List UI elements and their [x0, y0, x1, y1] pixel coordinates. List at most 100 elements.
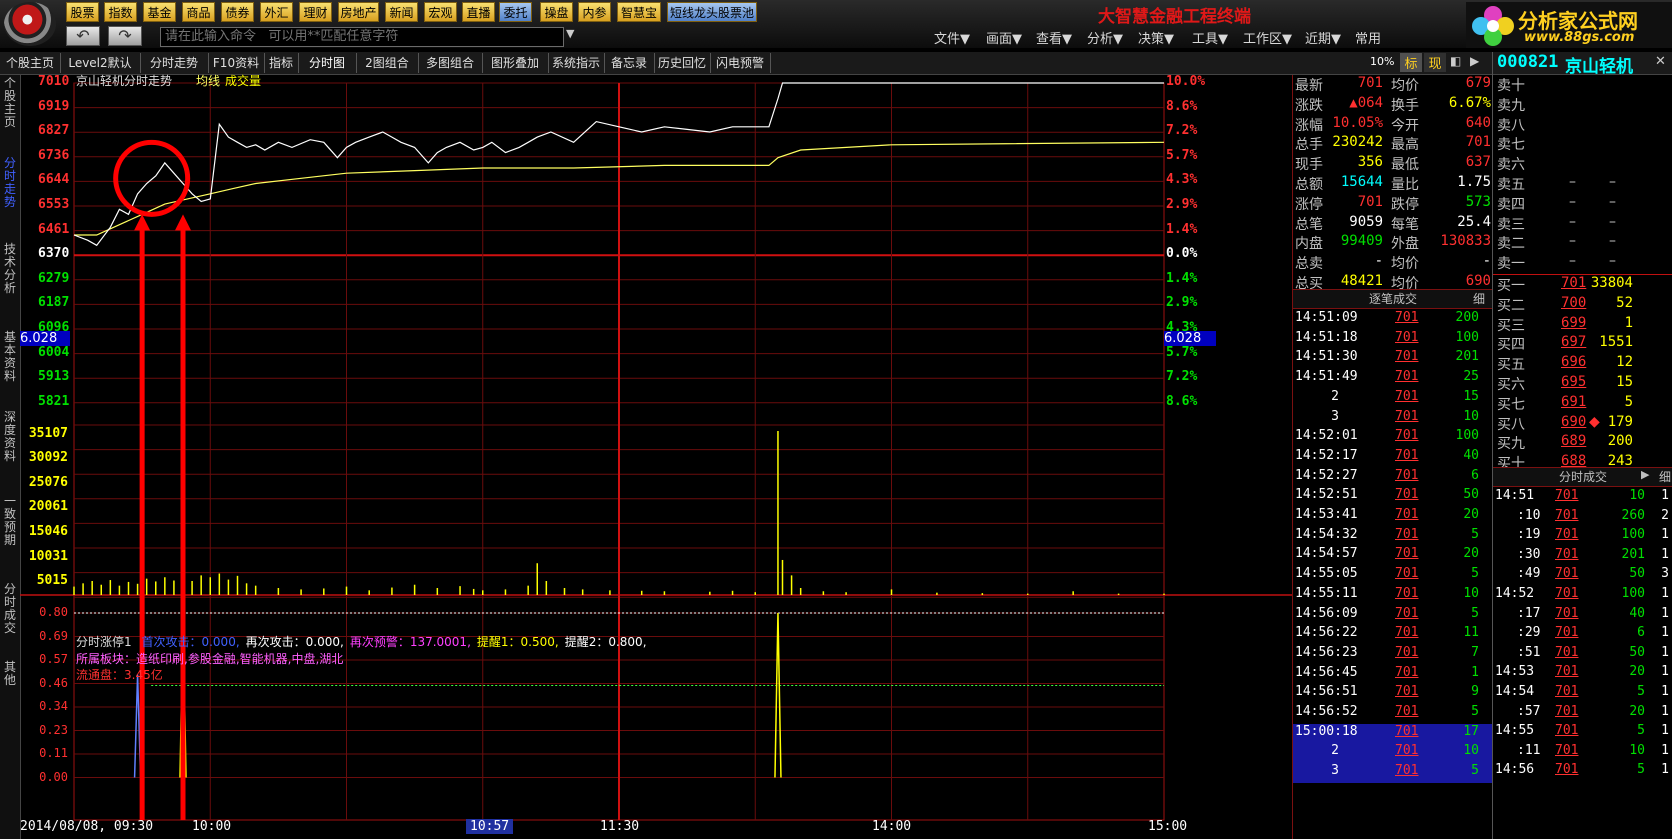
- menu-item-5[interactable]: 工具▼: [1192, 28, 1228, 47]
- minute-tick-row: 14:52 701 100 1: [1493, 586, 1672, 606]
- quick-button-1[interactable]: 指数: [104, 2, 137, 22]
- tab-1[interactable]: Level2默认: [60, 53, 141, 73]
- volume-axis-label: 10031: [28, 548, 68, 564]
- menu-item-2[interactable]: 查看▼: [1036, 28, 1072, 47]
- quote-label: 内盘: [1295, 236, 1323, 253]
- tick-row: 14:56:52 701 5: [1293, 704, 1493, 724]
- page-next-icon[interactable]: ▶: [1470, 54, 1479, 68]
- tick-volume: 20: [1463, 507, 1479, 522]
- bid-label: 买九: [1497, 436, 1525, 453]
- tab-11[interactable]: 历史回忆: [654, 53, 711, 73]
- quick-button-0[interactable]: 股票: [66, 2, 99, 22]
- menu-item-6[interactable]: 工作区▼: [1243, 28, 1292, 47]
- left-tab-4[interactable]: 深度资料: [1, 411, 19, 463]
- tab-9[interactable]: 系统指示: [548, 53, 605, 73]
- left-tab-0[interactable]: 个股主页: [1, 77, 19, 129]
- zoom-level[interactable]: 10%: [1370, 55, 1394, 68]
- tab-4[interactable]: 指标: [264, 53, 299, 73]
- forward-arrow-icon[interactable]: ↷: [108, 26, 142, 46]
- bid-label: 买四: [1497, 337, 1525, 354]
- tick-price: 701: [1395, 526, 1419, 542]
- quote-label: 总卖: [1295, 256, 1323, 273]
- left-vertical-tabs: 个股主页分时走势技术分析基本资料深度资料一致预期分时成交其他: [0, 75, 21, 839]
- tick-volume: 200: [1455, 310, 1479, 325]
- tick-row: 14:51:18 701 100: [1293, 330, 1493, 350]
- command-dropdown-icon[interactable]: ▼: [566, 27, 574, 40]
- minute-tick-row: :49 701 50 3: [1493, 566, 1672, 586]
- indicator-legend: 分时涨停1 首次攻击：0.000, 再次攻击：0.000, 再次预警：137.000…: [76, 633, 647, 650]
- ask-label: 卖一: [1497, 256, 1525, 273]
- tab-0[interactable]: 个股主页: [0, 53, 61, 73]
- quick-button-4[interactable]: 债券: [221, 2, 254, 22]
- ticks-expand-icon[interactable]: ▶: [1641, 468, 1649, 481]
- tab-6[interactable]: 2图组合: [356, 53, 419, 73]
- quote-row: 总笔 9059 每笔 25.4: [1293, 214, 1493, 234]
- left-tab-5[interactable]: 一致预期: [1, 495, 19, 547]
- left-tab-7[interactable]: 其他: [1, 661, 19, 687]
- page-prev-icon[interactable]: ◧: [1450, 54, 1461, 68]
- indicator-axis-label: 0.80: [39, 605, 68, 619]
- intraday-chart[interactable]: [20, 75, 1292, 839]
- menu-item-4[interactable]: 决策▼: [1138, 28, 1174, 47]
- tab-3[interactable]: F10资料: [208, 53, 265, 73]
- tick-price: 701: [1395, 684, 1419, 700]
- menu-item-0[interactable]: 文件▼: [934, 28, 970, 47]
- left-tab-3[interactable]: 基本资料: [1, 331, 19, 383]
- ticks-detail-button[interactable]: 细: [1659, 468, 1671, 485]
- quick-button-13[interactable]: 内参: [578, 2, 611, 22]
- bid-price: 691: [1561, 393, 1587, 410]
- quick-button-8[interactable]: 新闻: [385, 2, 418, 22]
- menu-item-8[interactable]: 常用: [1355, 28, 1381, 47]
- tab-12[interactable]: 闪电预警: [710, 53, 771, 73]
- minute-tick-time: 14:55: [1495, 723, 1535, 739]
- close-icon[interactable]: ✕: [1655, 54, 1666, 69]
- tab-2[interactable]: 分时走势: [140, 53, 209, 73]
- quick-button-7[interactable]: 房地产: [338, 2, 379, 22]
- menu-item-1[interactable]: 画面▼: [986, 28, 1022, 47]
- indicator-axis-label: 0.57: [39, 652, 68, 666]
- quick-button-10[interactable]: 直播: [462, 2, 495, 22]
- quote-row: 总额 15644 量比 1.75: [1293, 174, 1493, 194]
- tick-time: 3: [1331, 763, 1339, 779]
- left-tab-1[interactable]: 分时走势: [1, 157, 19, 209]
- quick-button-14[interactable]: 智慧宝: [617, 2, 661, 22]
- quick-button-9[interactable]: 宏观: [424, 2, 457, 22]
- app-logo-icon[interactable]: [4, 2, 56, 46]
- tab-10[interactable]: 备忘录: [604, 53, 655, 73]
- tick-time: 14:51:18: [1295, 329, 1358, 345]
- bid-price: 700: [1561, 294, 1587, 311]
- ask-label: 卖八: [1497, 117, 1525, 134]
- chart-canvas[interactable]: [20, 75, 1292, 839]
- minute-tick-count: 1: [1661, 586, 1669, 601]
- menu-item-7[interactable]: 近期▼: [1305, 28, 1341, 47]
- ticks-header: 逐笔成交: [1293, 289, 1493, 309]
- tick-volume: 40: [1463, 447, 1479, 463]
- left-tab-6[interactable]: 分时成交: [1, 583, 19, 635]
- command-input[interactable]: [160, 27, 564, 47]
- quick-button-2[interactable]: 基金: [143, 2, 176, 22]
- menu-item-3[interactable]: 分析▼: [1087, 28, 1123, 47]
- tab-7[interactable]: 多图组合: [418, 53, 483, 73]
- float-line: 流通盘：3.45亿: [76, 668, 163, 682]
- quick-button-12[interactable]: 操盘: [540, 2, 573, 22]
- indicator-axis-label: 0.00: [39, 769, 68, 784]
- quote-label-2: 量比: [1391, 177, 1419, 193]
- quote-label-2: 跌停: [1391, 196, 1419, 213]
- quick-button-15[interactable]: 短线龙头股票池: [667, 2, 757, 22]
- ticks-detail-button[interactable]: 细: [1473, 290, 1485, 307]
- left-tab-2[interactable]: 技术分析: [1, 243, 19, 295]
- tick-time: 14:55:05: [1295, 566, 1358, 582]
- tab-8[interactable]: 图形叠加: [482, 53, 549, 73]
- current-button[interactable]: 现: [1424, 53, 1446, 72]
- volume-axis-label: 30092: [28, 450, 68, 466]
- mark-button[interactable]: 标: [1400, 53, 1422, 72]
- tick-row: 14:56:23 701 7: [1293, 645, 1493, 665]
- bid-volume: 1: [1624, 314, 1633, 331]
- back-arrow-icon[interactable]: ↶: [66, 26, 100, 46]
- quick-button-6[interactable]: 理财: [299, 2, 332, 22]
- quick-button-3[interactable]: 商品: [182, 2, 215, 22]
- quick-button-11[interactable]: 委托: [499, 2, 532, 22]
- tick-volume: 6: [1471, 467, 1479, 483]
- tab-5[interactable]: 分时图: [298, 53, 357, 73]
- quick-button-5[interactable]: 外汇: [260, 2, 293, 22]
